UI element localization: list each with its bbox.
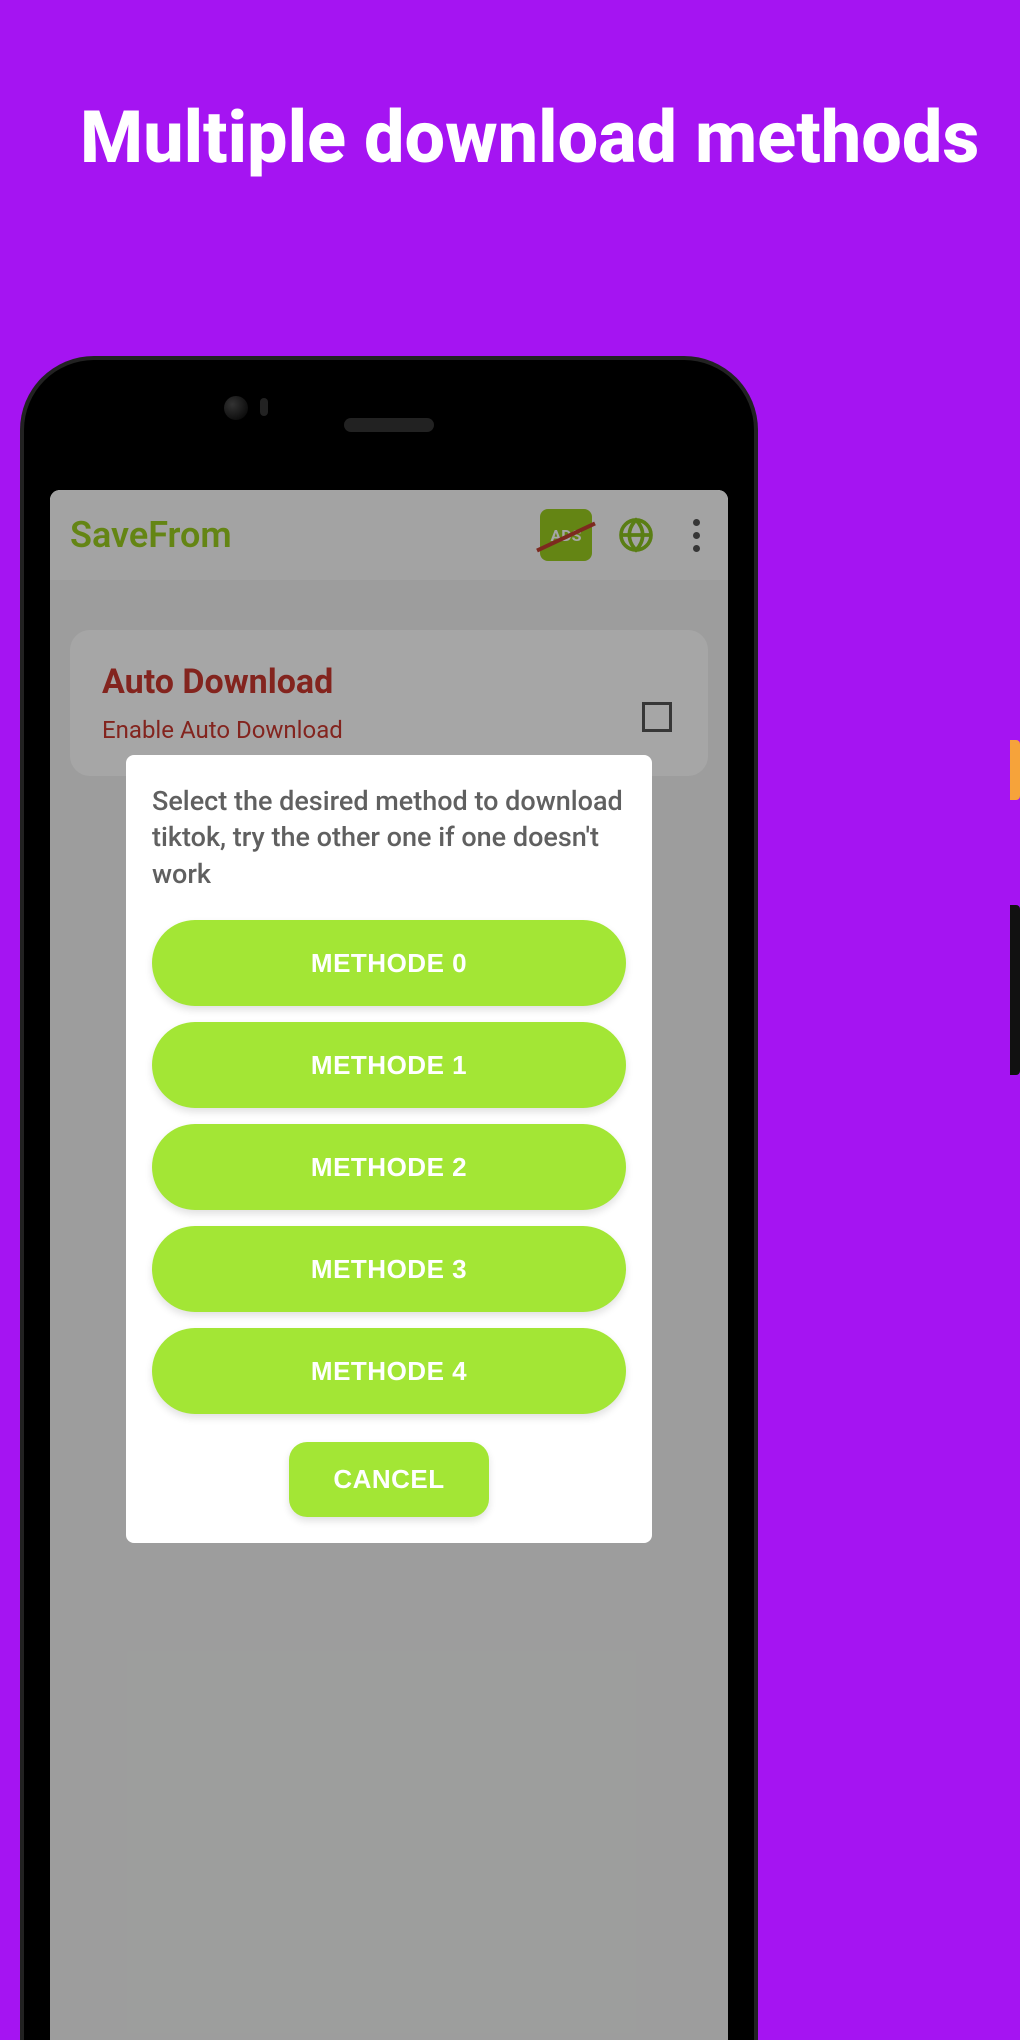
- phone-camera: [224, 396, 248, 420]
- phone-volume-button: [1010, 905, 1020, 1075]
- method-4-button[interactable]: METHODE 4: [152, 1328, 626, 1414]
- phone-speaker: [344, 418, 434, 432]
- phone-frame: SaveFrom ADS Auto Download Enable Auto D…: [24, 360, 754, 2040]
- dialog-message: Select the desired method to download ti…: [152, 783, 626, 892]
- method-3-button[interactable]: METHODE 3: [152, 1226, 626, 1312]
- method-dialog: Select the desired method to download ti…: [126, 755, 652, 1543]
- phone-side-button: [1010, 740, 1020, 800]
- method-2-button[interactable]: METHODE 2: [152, 1124, 626, 1210]
- method-1-button[interactable]: METHODE 1: [152, 1022, 626, 1108]
- phone-screen: SaveFrom ADS Auto Download Enable Auto D…: [50, 490, 728, 2040]
- cancel-button[interactable]: CANCEL: [289, 1442, 488, 1517]
- method-0-button[interactable]: METHODE 0: [152, 920, 626, 1006]
- phone-sensor: [260, 398, 268, 416]
- promo-headline: Multiple download methods: [80, 100, 979, 176]
